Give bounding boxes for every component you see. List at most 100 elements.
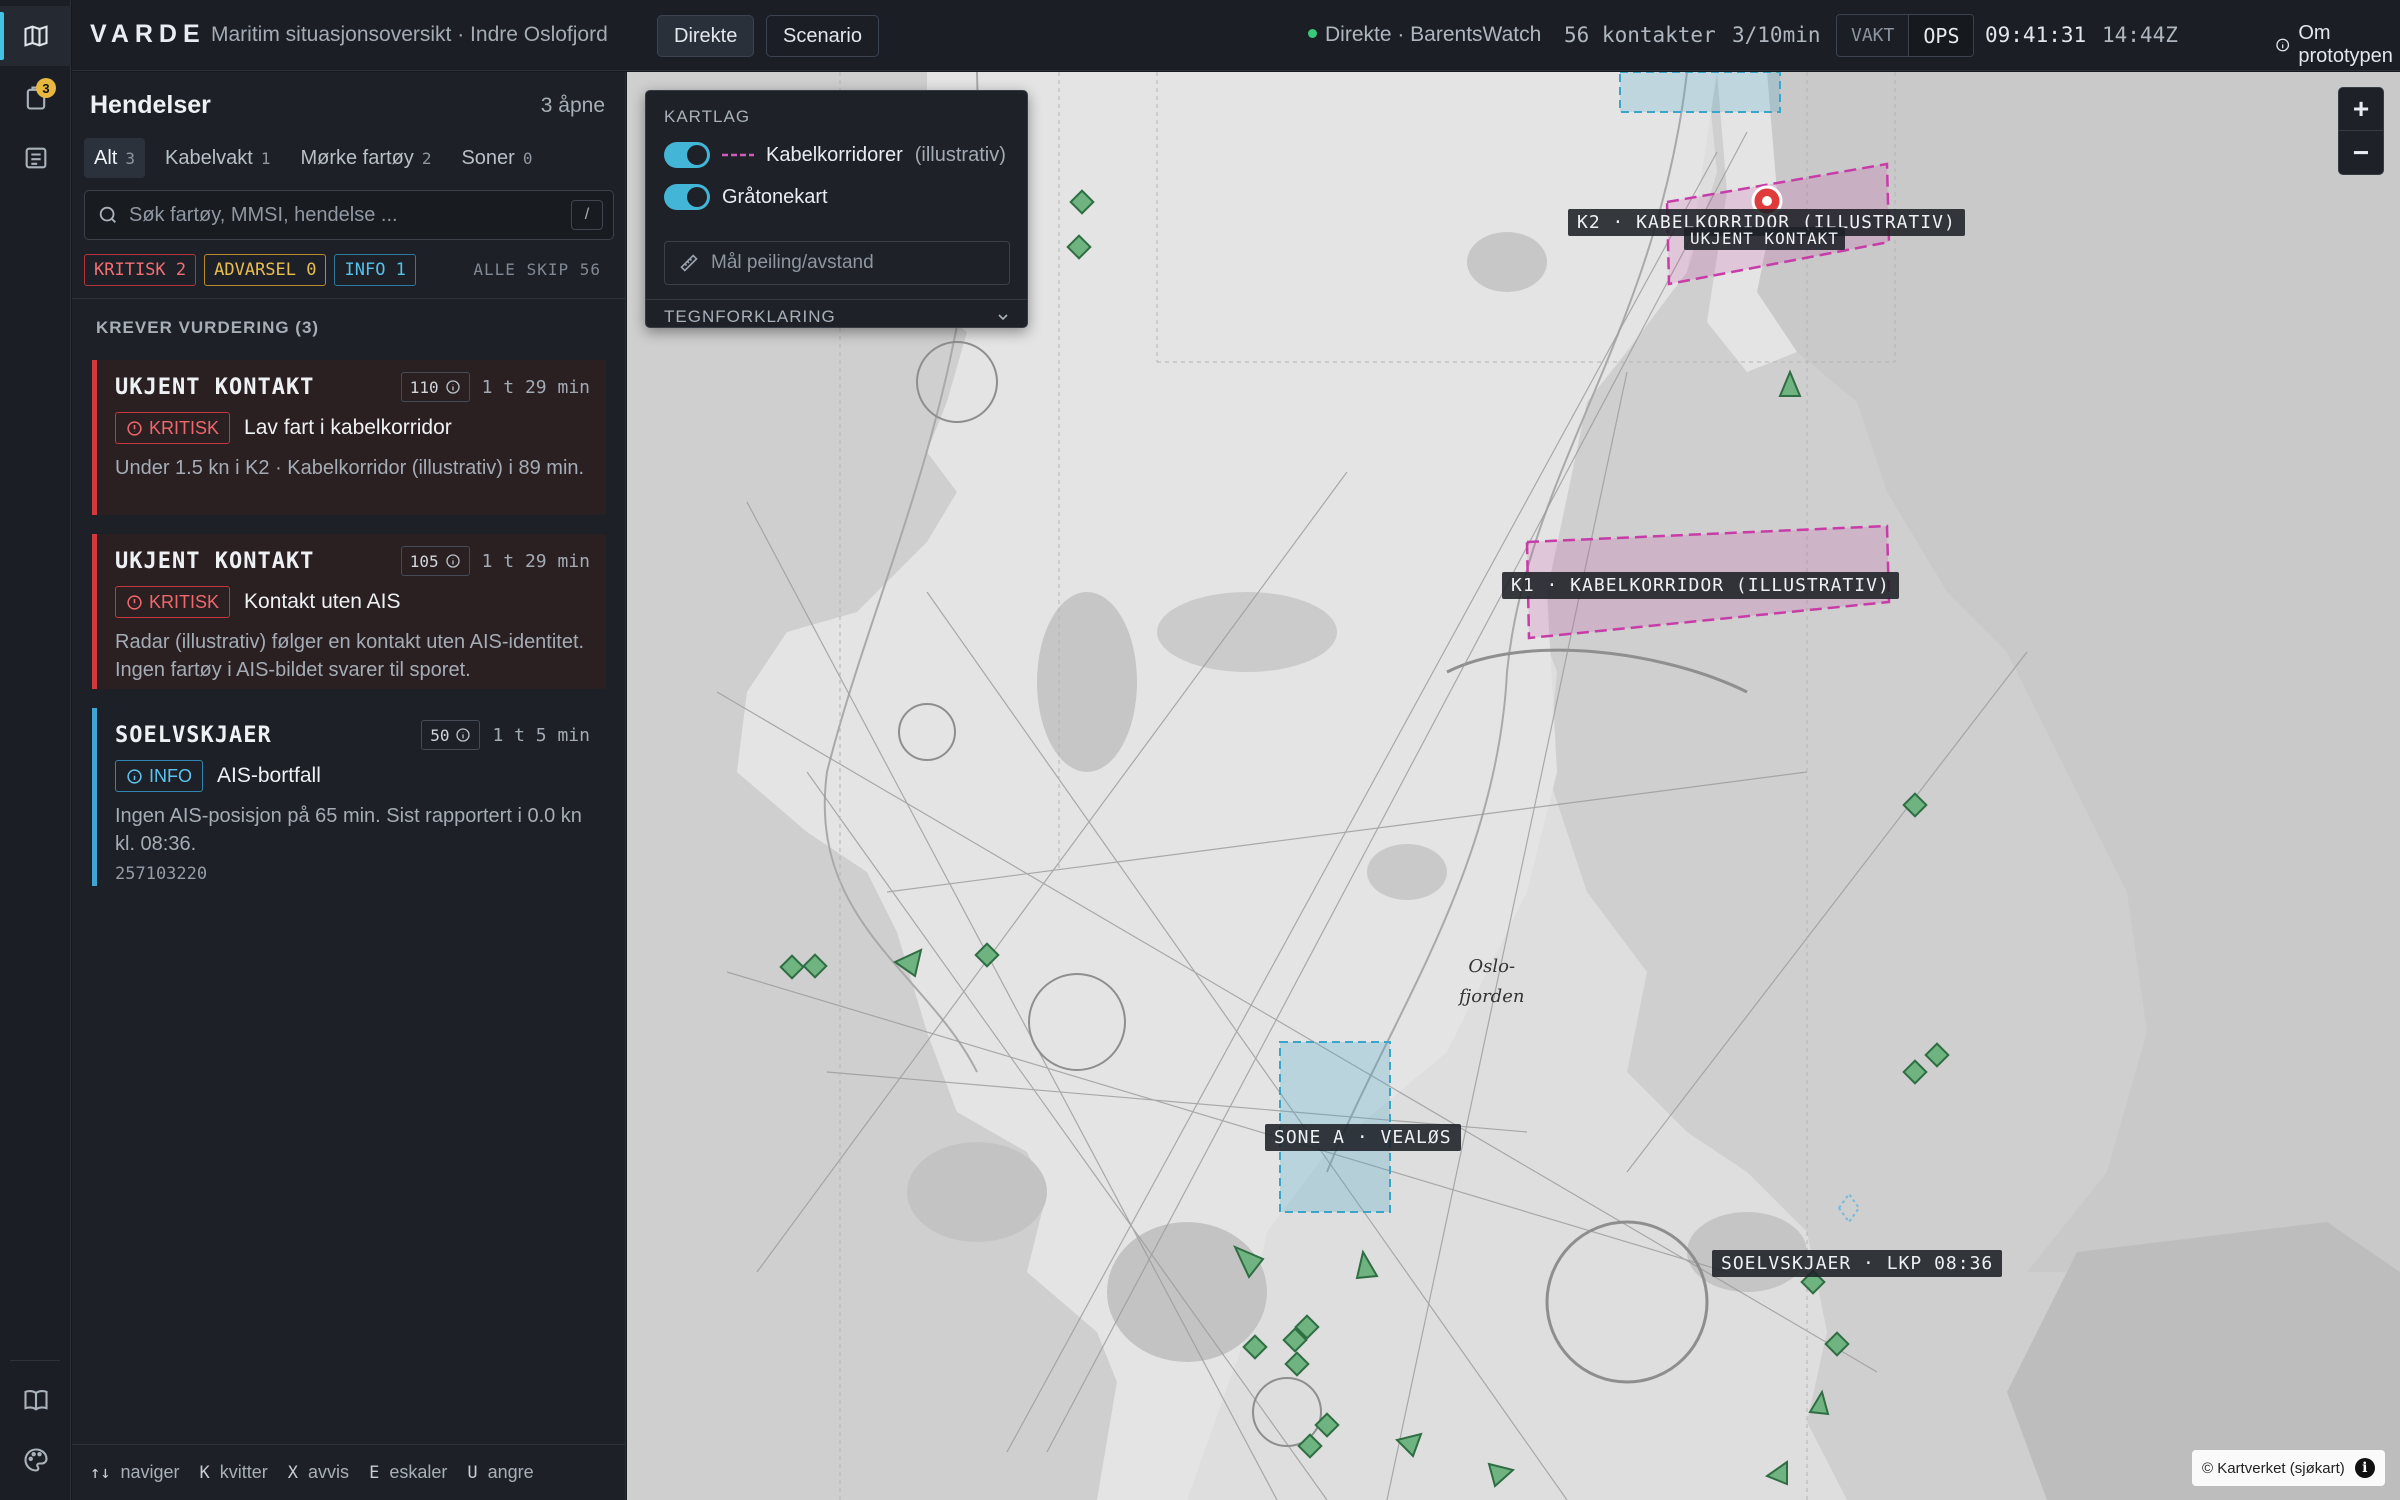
severity-filters: KRITISK 2 ADVARSEL 0 INFO 1 [84, 254, 416, 286]
event-tabs: Alt 3 Kabelvakt 1 Mørke fartøy 2 Soner 0 [84, 138, 542, 178]
rail-divider [10, 1360, 60, 1361]
layer-grey-row: Gråtonekart [664, 184, 828, 210]
tab-cable-watch[interactable]: Kabelvakt 1 [155, 138, 280, 178]
alert-icon [127, 420, 142, 436]
zoom-out-button[interactable]: − [2338, 131, 2384, 175]
mode-scenario-button[interactable]: Scenario [766, 15, 879, 57]
info-icon [456, 728, 471, 742]
role-ops-option[interactable]: OPS [1908, 15, 1974, 56]
event-card[interactable]: UKJENT KONTAKT 105 1 t 29 min KRITISK Ko… [92, 534, 606, 689]
layers-panel: KARTLAG Kabelkorridorer (illustrativ) Grå… [645, 90, 1028, 328]
map-label-k1: K1 · KABELKORRIDOR (ILLUSTRATIV) [1502, 572, 1899, 599]
map-attribution: © Kartverket (sjøkart) i [2192, 1450, 2385, 1486]
legend-toggle[interactable]: TEGNFORKLARING [664, 305, 1011, 329]
shortcut-dismiss: Xavvis [287, 1462, 350, 1483]
measure-tool-button[interactable]: Mål peiling/avstand [664, 241, 1010, 285]
filter-info-chip[interactable]: INFO 1 [334, 254, 416, 286]
contact-count: 56 kontakter [1564, 23, 1716, 47]
alerts-nav-button[interactable]: 3 [0, 68, 71, 128]
risk-score: 110 [400, 372, 470, 402]
shortcut-navigate: ↑↓ naviger [90, 1462, 180, 1483]
shortcut-undo: Uangre [467, 1462, 534, 1483]
severity-badge: KRITISK [115, 586, 231, 618]
info-icon [445, 380, 460, 394]
data-source-status: Direkte · BarentsWatch [1308, 23, 1541, 47]
chevron-down-icon [998, 314, 1008, 321]
risk-score: 50 [421, 720, 481, 750]
event-age: 1 t 29 min [481, 376, 590, 398]
severity-badge: KRITISK [115, 412, 231, 444]
event-card[interactable]: SOELVSKJAER 50 1 t 5 min INFO AIS-bortfa… [92, 708, 606, 886]
event-description: Under 1.5 kn i K2 · Kabelkorridor (illus… [115, 457, 585, 479]
layer-cable-row: Kabelkorridorer (illustrativ) [664, 142, 1006, 168]
sidebar-title: Hendelser [90, 91, 211, 119]
map-nav-button[interactable] [0, 6, 71, 66]
map-label-soelvskjaer[interactable]: SOELVSKJAER · LKP 08:36 [1712, 1250, 2003, 1277]
layers-heading: KARTLAG [664, 107, 751, 126]
docs-nav-button[interactable] [0, 1370, 71, 1430]
cable-layer-toggle[interactable] [664, 142, 710, 168]
live-indicator-icon [1308, 28, 1317, 38]
event-age: 1 t 5 min [492, 724, 590, 746]
shortcut-acknowledge: Kkvitter [199, 1462, 268, 1483]
event-card[interactable]: UKJENT KONTAKT 110 1 t 29 min KRITISK La… [92, 360, 606, 515]
event-description: Ingen AIS-posisjon på 65 min. Sist rappo… [115, 805, 582, 855]
dash-line-icon [722, 153, 754, 157]
palette-icon [24, 1448, 48, 1472]
about-button[interactable]: Om prototypen [2275, 22, 2400, 68]
event-description: Radar (illustrativ) følger en kontakt ut… [115, 631, 585, 681]
vessel-name: SOELVSKJAER [115, 722, 272, 748]
plus-icon: + [2352, 93, 2370, 124]
all-ships-toggle[interactable]: ALLE SKIP 56 [473, 260, 601, 279]
open-count: 3 åpne [540, 94, 605, 117]
info-icon [445, 554, 460, 568]
zone-north [1619, 72, 1781, 113]
risk-score: 105 [400, 546, 470, 576]
search-box: / [84, 190, 614, 240]
filter-warning-chip[interactable]: ADVARSEL 0 [204, 254, 327, 286]
log-nav-button[interactable] [0, 128, 71, 188]
event-age: 1 t 29 min [481, 550, 590, 572]
shortcut-footer: ↑↓ naviger Kkvitter Xavvis Eeskaler Uangr… [72, 1444, 625, 1500]
event-title: Kontakt uten AIS [244, 590, 401, 613]
event-title: Lav fart i kabelkorridor [244, 416, 452, 439]
top-bar: VARDE Maritim situasjonsoversikt · Indre… [72, 0, 2400, 71]
grey-layer-toggle[interactable] [664, 184, 710, 210]
vessel-name: UKJENT KONTAKT [115, 374, 315, 400]
event-title: AIS-bortfall [217, 764, 321, 787]
list-icon [25, 147, 46, 169]
brand-logo: VARDE [90, 20, 206, 48]
tab-zones[interactable]: Soner 0 [451, 138, 542, 178]
nav-rail: 3 [0, 0, 71, 1500]
search-input[interactable] [129, 203, 571, 227]
severity-badge: INFO [115, 760, 203, 792]
zoom-in-button[interactable]: + [2338, 87, 2384, 131]
book-icon [23, 1390, 48, 1411]
theme-nav-button[interactable] [0, 1430, 71, 1490]
place-label-oslofjorden: Oslo- fjorden [1459, 956, 1525, 1007]
section-heading: KREVER VURDERING (3) [96, 318, 320, 337]
mode-live-button[interactable]: Direkte [657, 15, 755, 57]
map-label-unknown-contact[interactable]: UKJENT KONTAKT [1684, 227, 1845, 250]
minus-icon: − [2352, 136, 2370, 168]
app-subtitle: Maritim situasjonsoversikt · Indre Oslof… [211, 23, 608, 46]
info-icon [127, 768, 142, 784]
info-icon [2276, 38, 2290, 52]
alerts-badge: 3 [36, 78, 56, 98]
tab-dark-vessels[interactable]: Mørke fartøy 2 [290, 138, 441, 178]
search-icon [99, 206, 116, 223]
map-icon [23, 25, 48, 47]
attribution-info-icon[interactable]: i [2354, 1458, 2375, 1478]
panel-divider [646, 299, 1027, 300]
role-watch-option[interactable]: VAKT [1837, 15, 1908, 56]
vessel-mmsi: 257103220 [115, 864, 208, 884]
vessel-name: UKJENT KONTAKT [115, 548, 315, 574]
filter-critical-chip[interactable]: KRITISK 2 [84, 254, 197, 286]
role-switch[interactable]: VAKT OPS [1836, 14, 1975, 57]
alert-icon [127, 594, 142, 610]
events-sidebar: Hendelser 3 åpne Alt 3 Kabelvakt 1 Mørke f… [72, 72, 626, 1500]
search-shortcut-key: / [571, 200, 603, 230]
shortcut-escalate: Eeskaler [369, 1462, 448, 1483]
tab-all[interactable]: Alt 3 [84, 138, 145, 178]
zulu-clock: 14:44Z [2102, 23, 2178, 47]
